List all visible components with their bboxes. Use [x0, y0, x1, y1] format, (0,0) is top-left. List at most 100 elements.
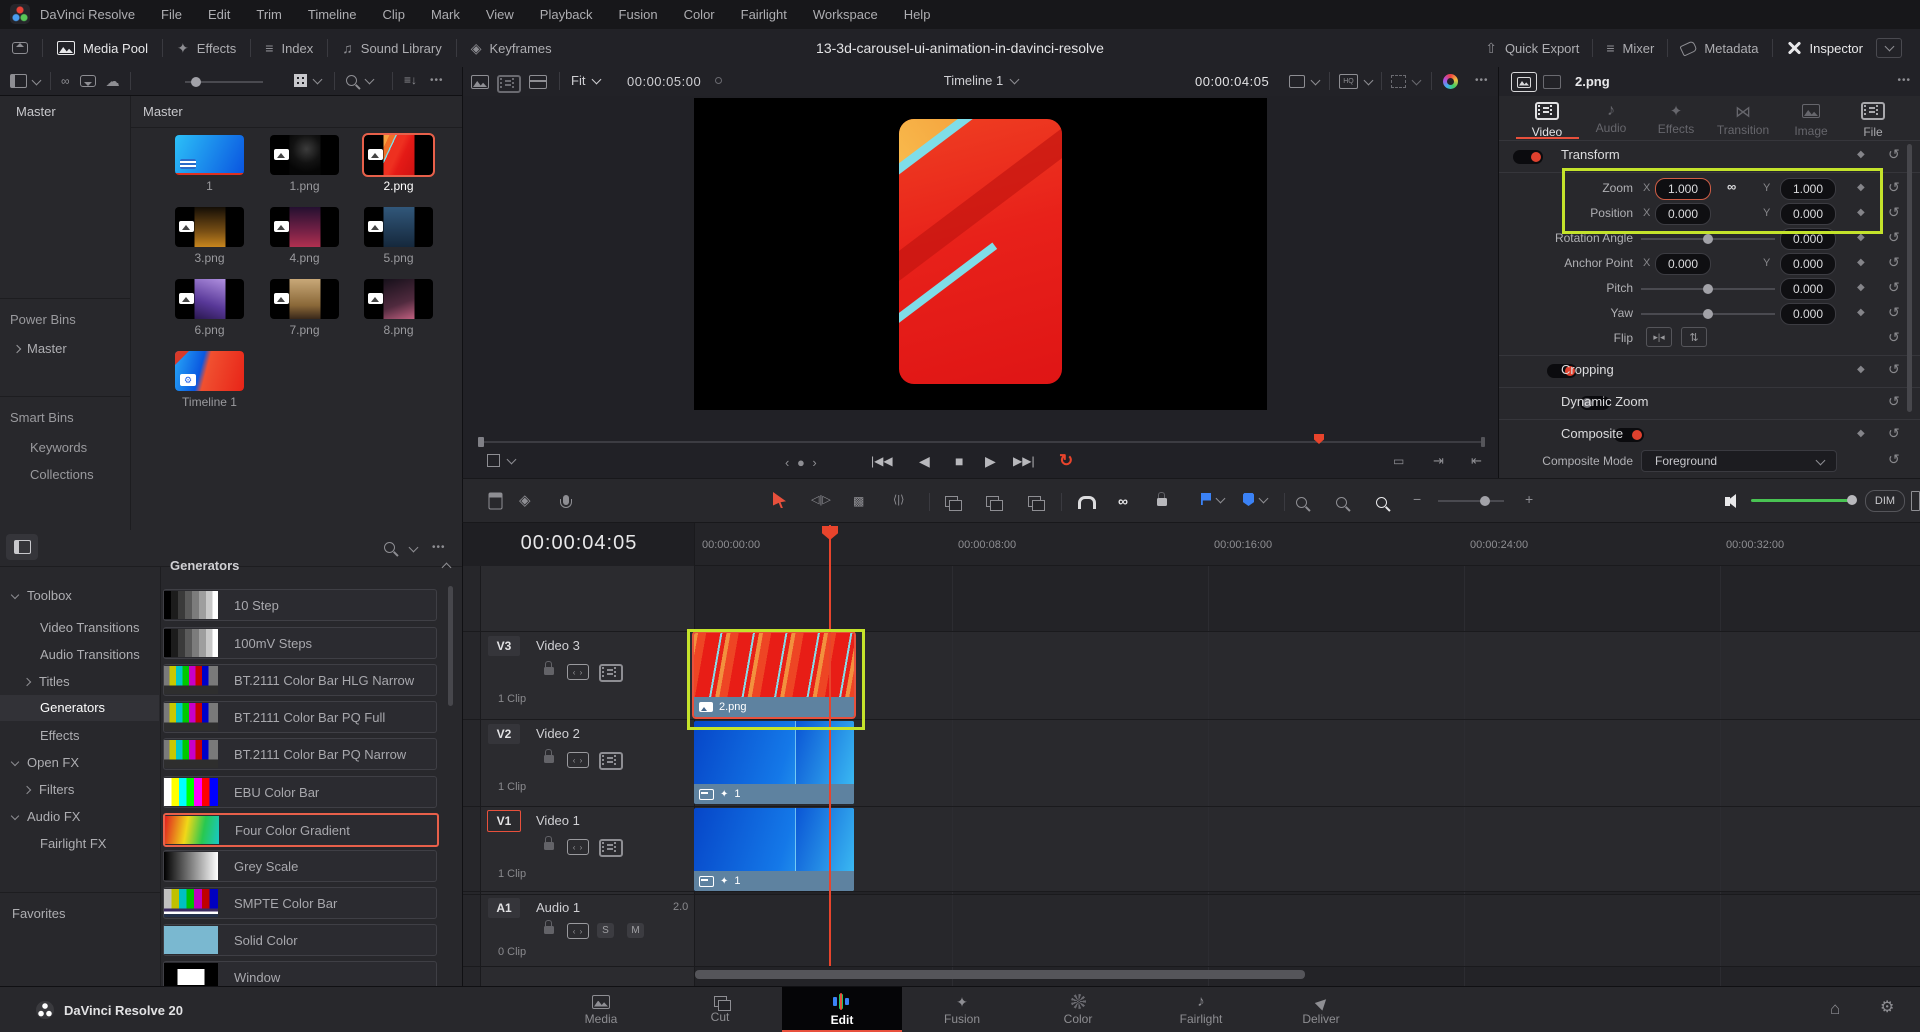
zoom-out-button[interactable]: − — [1413, 492, 1421, 506]
pitch-slider[interactable] — [1641, 288, 1775, 290]
track-header-v2[interactable]: V2 Video 2 ‹ › 1 Clip — [481, 719, 695, 806]
track-filmstrip-icon[interactable] — [599, 752, 623, 770]
media-clip-label[interactable]: 1.png — [257, 179, 352, 193]
tab-video[interactable]: Video — [1523, 102, 1571, 139]
transform-keyframe-icon[interactable]: ◆ — [1857, 149, 1865, 160]
smart-bin-collections[interactable]: Collections — [30, 467, 94, 482]
page-media[interactable]: Media — [563, 987, 639, 1032]
menu-app[interactable]: DaVinci Resolve — [40, 7, 135, 22]
anchor-reset-icon[interactable]: ↺ — [1888, 254, 1900, 271]
flip-vertical-button[interactable]: ⇅ — [1681, 327, 1707, 347]
media-clip-label[interactable]: 2.png — [351, 179, 446, 193]
effects-options-button[interactable]: ••• — [432, 543, 446, 553]
inspector-audio-icon[interactable] — [1543, 75, 1561, 89]
yaw-reset-icon[interactable]: ↺ — [1888, 304, 1900, 321]
track-header-v3[interactable]: V3 Video 3 ‹ › 1 Clip — [481, 631, 695, 719]
track-name[interactable]: Video 2 — [536, 726, 580, 741]
menu-playback[interactable]: Playback — [527, 7, 606, 22]
inspector-options-button[interactable]: ••• — [1897, 76, 1911, 86]
track-id-v1-highlighted[interactable]: V1 — [487, 810, 521, 832]
menu-mark[interactable]: Mark — [418, 7, 473, 22]
search-button[interactable] — [346, 75, 373, 86]
track-header-v1[interactable]: V1 Video 1 ‹ › 1 Clip — [481, 806, 695, 891]
dynamic-zoom-section-title[interactable]: Dynamic Zoom — [1561, 394, 1648, 409]
cloud-icon[interactable]: ☁ — [106, 74, 120, 88]
menu-edit[interactable]: Edit — [195, 7, 243, 22]
timeline-playhead-line[interactable] — [829, 525, 831, 966]
tab-audio[interactable]: ♪Audio — [1587, 102, 1635, 135]
play-button[interactable]: ▶ — [985, 454, 996, 468]
smart-bin-keywords[interactable]: Keywords — [30, 440, 87, 455]
track-lock-icon[interactable] — [544, 920, 554, 937]
composite-mode-reset-icon[interactable]: ↺ — [1888, 451, 1900, 468]
inspector-button[interactable]: Inspector — [1786, 40, 1863, 56]
track-header-a1[interactable]: A1 Audio 1 2.0 ‹ › S M 0 Clip — [481, 894, 695, 966]
page-cut[interactable]: Cut — [682, 987, 758, 1032]
power-bins-master[interactable]: Master — [14, 341, 67, 356]
media-clip-label[interactable]: 7.png — [257, 323, 352, 337]
scrub-end-handle[interactable] — [1481, 437, 1485, 447]
selection-tool-button[interactable] — [773, 492, 786, 508]
rotation-slider[interactable] — [1641, 238, 1775, 240]
zoom-reset-icon[interactable]: ↺ — [1888, 179, 1900, 196]
zoom-x-input[interactable]: 1.000 — [1655, 178, 1711, 200]
tree-filters[interactable]: Filters — [24, 782, 74, 797]
cropping-section-title[interactable]: Cropping — [1561, 362, 1614, 377]
smart-bins-header[interactable]: Smart Bins — [10, 410, 74, 425]
media-clip-6png[interactable] — [175, 279, 244, 319]
goto-first-frame-button[interactable]: |◀◀ — [871, 455, 893, 467]
dynamic-trim-button[interactable]: ⟨|⟩ — [893, 495, 904, 506]
thumb-size-slider[interactable] — [185, 81, 263, 83]
proxy-quality-button[interactable]: HQ — [1339, 74, 1372, 89]
zoom-y-input[interactable]: 1.000 — [1780, 178, 1836, 200]
composite-section-title[interactable]: Composite — [1561, 426, 1623, 441]
position-reset-icon[interactable]: ↺ — [1888, 204, 1900, 221]
full-extent-zoom-button[interactable] — [1296, 496, 1307, 510]
media-clip-label[interactable]: 8.png — [351, 323, 446, 337]
position-keyframe-icon[interactable]: ◆ — [1857, 207, 1865, 218]
cropping-reset-icon[interactable]: ↺ — [1888, 361, 1900, 378]
goto-last-frame-button[interactable]: ▶▶| — [1013, 455, 1035, 467]
track-id-v2[interactable]: V2 — [488, 724, 520, 744]
link-clips-button[interactable]: ∞ — [1118, 493, 1128, 509]
track-filmstrip-icon[interactable] — [599, 664, 623, 682]
menu-view[interactable]: View — [473, 7, 527, 22]
grid-view-button[interactable] — [294, 74, 321, 87]
media-clip-label[interactable]: 5.png — [351, 251, 446, 265]
composite-keyframe-icon[interactable]: ◆ — [1857, 428, 1865, 439]
stop-button[interactable]: ■ — [955, 454, 963, 468]
timeline-zoom-slider[interactable] — [1438, 500, 1504, 502]
safe-area-button[interactable] — [1289, 75, 1319, 88]
match-frame-button[interactable]: ▭ — [1393, 455, 1404, 467]
zoom-in-button[interactable]: + — [1525, 492, 1533, 506]
media-clip-timeline1[interactable]: ⚙ — [175, 351, 244, 391]
rotation-keyframe-icon[interactable]: ◆ — [1857, 232, 1865, 243]
media-clip-3png[interactable] — [175, 207, 244, 247]
auto-select-icon[interactable]: ‹ › — [567, 839, 589, 855]
enhance-color-icon[interactable] — [1443, 74, 1458, 89]
sort-button[interactable]: ≡↓ — [404, 74, 417, 86]
page-color[interactable]: Color — [1040, 987, 1116, 1032]
meters-panel-icon[interactable] — [1911, 491, 1920, 511]
menu-help[interactable]: Help — [891, 7, 944, 22]
cropping-keyframe-icon[interactable]: ◆ — [1857, 364, 1865, 375]
generator-four-color-gradient-selected[interactable]: Four Color Gradient — [163, 813, 439, 847]
auto-select-icon[interactable]: ‹ › — [567, 923, 589, 939]
menu-fairlight[interactable]: Fairlight — [728, 7, 800, 22]
auto-select-icon[interactable]: ‹ › — [567, 664, 589, 680]
media-clip-1[interactable] — [175, 135, 244, 175]
menu-workspace[interactable]: Workspace — [800, 7, 891, 22]
yaw-slider[interactable] — [1641, 313, 1775, 315]
tree-video-transitions[interactable]: Video Transitions — [40, 620, 140, 635]
flip-reset-icon[interactable]: ↺ — [1888, 329, 1900, 346]
menu-trim[interactable]: Trim — [243, 7, 295, 22]
media-clip-label[interactable]: Timeline 1 — [162, 395, 257, 409]
yaw-input[interactable]: 0.000 — [1780, 303, 1836, 325]
marker-button[interactable] — [1243, 493, 1267, 506]
tree-audio-transitions[interactable]: Audio Transitions — [40, 647, 140, 662]
loop-playback-button[interactable]: ↻ — [1059, 451, 1073, 471]
replace-clip-button[interactable] — [1028, 495, 1041, 509]
media-clip-label[interactable]: 6.png — [162, 323, 257, 337]
pitch-keyframe-icon[interactable]: ◆ — [1857, 282, 1865, 293]
comment-icon[interactable] — [80, 75, 96, 87]
